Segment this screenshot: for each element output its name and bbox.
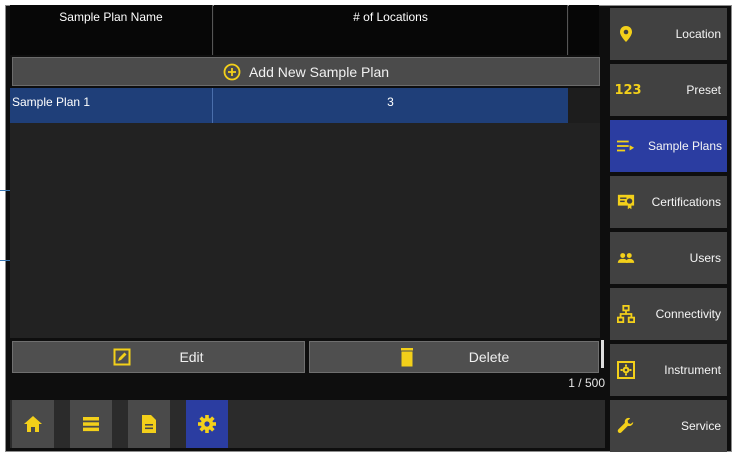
add-sample-plan-label: Add New Sample Plan [248, 63, 390, 80]
location-pin-icon [617, 25, 635, 43]
sidebar-item-label: Location [675, 27, 721, 41]
edit-icon [113, 348, 131, 366]
users-icon [617, 249, 635, 267]
page-counter: 1 / 500 [568, 376, 605, 390]
delete-button[interactable]: Delete [309, 341, 599, 373]
sidebar-item-label: Connectivity [655, 307, 721, 321]
bottom-toolbar [10, 400, 605, 448]
sidebar-item-label: Preset [686, 83, 721, 97]
sidebar-item-label: Instrument [664, 363, 721, 377]
sidebar-item-preset[interactable]: 123 Preset [610, 64, 727, 116]
document-button[interactable] [128, 400, 170, 448]
edge-line [0, 260, 10, 261]
network-icon [617, 305, 635, 323]
home-button[interactable] [12, 400, 54, 448]
table-row[interactable]: Sample Plan 1 3 [10, 88, 568, 123]
sample-plans-icon [617, 137, 635, 155]
header-spacer [569, 5, 599, 55]
location-count: 3 [387, 95, 394, 109]
list-button[interactable] [70, 400, 112, 448]
sidebar-item-connectivity[interactable]: Connectivity [610, 288, 727, 340]
sidebar-item-label: Sample Plans [647, 139, 722, 153]
add-sample-plan-button[interactable]: Add New Sample Plan [12, 57, 600, 86]
edit-label: Edit [179, 349, 204, 365]
sidebar-item-location[interactable]: Location [610, 8, 727, 60]
column-header-name: Sample Plan Name [10, 5, 213, 55]
sidebar-item-service[interactable]: Service [610, 400, 727, 452]
sidebar-item-label: Certifications [651, 195, 721, 209]
edge-line [0, 190, 10, 191]
list-scroll-area [568, 88, 600, 123]
wrench-icon [617, 417, 635, 435]
list-icon [83, 417, 99, 432]
edit-button[interactable]: Edit [12, 341, 305, 373]
sidebar-item-users[interactable]: Users [610, 232, 727, 284]
column-header-locations: # of Locations [214, 5, 568, 55]
sidebar-item-label: Service [680, 419, 721, 433]
instrument-icon [617, 361, 635, 379]
certificate-icon [617, 193, 635, 211]
add-circle-icon [223, 63, 241, 80]
sample-plan-list: Sample Plan 1 3 [10, 88, 600, 338]
document-icon [142, 415, 156, 433]
settings-icon [198, 415, 216, 433]
delete-label: Delete [468, 349, 510, 365]
trash-icon [400, 348, 413, 367]
home-icon [24, 416, 42, 432]
sidebar-item-instrument[interactable]: Instrument [610, 344, 727, 396]
sidebar-item-certifications[interactable]: Certifications [610, 176, 727, 228]
settings-button[interactable] [186, 400, 228, 448]
numbers-icon: 123 [614, 82, 642, 98]
sidebar-item-sample-plans[interactable]: Sample Plans [610, 120, 727, 172]
sample-plan-name: Sample Plan 1 [12, 88, 213, 123]
sidebar-item-label: Users [689, 251, 721, 265]
scrollbar-thumb[interactable] [601, 340, 604, 368]
